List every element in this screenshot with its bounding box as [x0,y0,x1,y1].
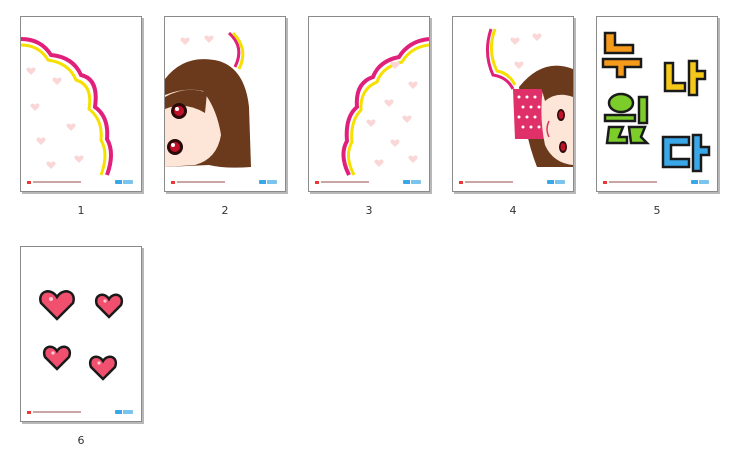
page-thumbnail-3[interactable]: 3 [308,16,430,217]
page-thumbnail-1[interactable]: 1 [20,16,142,217]
page-thumbnail-5[interactable]: 5 [596,16,718,217]
page-thumbnail-grid: 1 2 3 4 5 6 [0,0,739,461]
page-sheet [596,16,718,192]
page-number-label: 2 [221,204,229,217]
heart-icon [88,355,118,381]
girl-face-right-graphic [486,28,573,167]
girl-face-left-graphic [165,31,251,168]
letter-wat [603,92,651,145]
footer-logo [547,180,565,184]
korean-letters-graphic [601,31,711,173]
footer-logo [259,180,277,184]
footer-mark [603,181,607,184]
footer-logo [115,180,133,184]
page-number-label: 5 [653,204,661,217]
page-thumbnail-4[interactable]: 4 [452,16,574,217]
page-number-label: 1 [77,204,85,217]
page-thumbnail-2[interactable]: 2 [164,16,286,217]
footer-logo [691,180,709,184]
letter-na [663,59,707,97]
page-sheet [308,16,430,192]
footer-text-line [33,181,81,183]
footer-text-line [609,181,657,183]
footer-mark [27,411,31,414]
footer-mark [459,181,463,184]
speech-bubble-left-graphic [21,37,113,176]
page-sheet [20,16,142,192]
footer-mark [27,181,31,184]
heart-icon [39,290,75,321]
page-thumbnail-6[interactable]: 6 [20,246,142,447]
page-number-label: 6 [77,434,85,447]
page-sheet [20,246,142,422]
letter-nu [601,31,643,79]
footer-logo [403,180,421,184]
footer-mark [315,181,319,184]
page-number-label: 3 [365,204,373,217]
page-number-label: 4 [509,204,517,217]
heart-icon [94,293,124,319]
footer-text-line [177,181,225,183]
speech-bubble-right-graphic [341,37,429,176]
footer-text-line [465,181,513,183]
footer-text-line [321,181,369,183]
letter-da [661,133,711,173]
page-sheet [164,16,286,192]
footer-mark [171,181,175,184]
footer-logo [115,410,133,414]
hearts-graphic [39,290,124,381]
footer-text-line [33,411,81,413]
page-sheet [452,16,574,192]
heart-icon [42,345,72,371]
